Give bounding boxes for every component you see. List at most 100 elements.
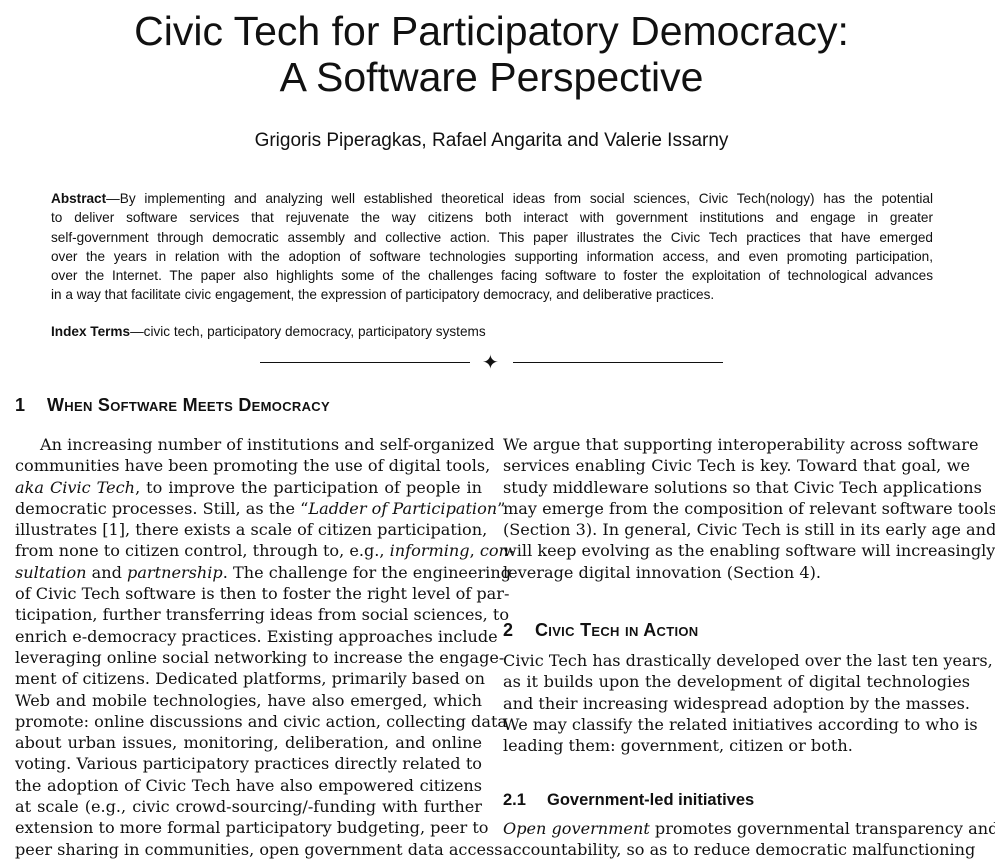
text-line: services enabling Civic Tech is key. Tow… xyxy=(503,455,970,476)
subsection-title: Government-led initiatives xyxy=(547,791,755,809)
italic-text: Open government xyxy=(503,819,650,838)
text-line: sultation and partnership. The challenge… xyxy=(15,562,511,583)
divider-left xyxy=(260,362,470,363)
text-line: voting. Various participatory practices … xyxy=(15,753,482,774)
section-2-heading: 2 Civic Tech in Action xyxy=(503,620,699,641)
italic-text: aka Civic Tech xyxy=(15,477,136,497)
text-line: ment of citizens. Dedicated platforms, p… xyxy=(15,668,485,689)
text-segment: leveraging online social networking to i… xyxy=(15,647,505,667)
text-segment: services enabling Civic Tech is key. Tow… xyxy=(503,456,970,476)
text-segment: ment of citizens. Dedicated platforms, p… xyxy=(15,669,485,689)
italic-text: partnership xyxy=(127,562,223,582)
text-line: An increasing number of institutions and… xyxy=(15,434,495,455)
text-segment: ticipation, further transferring ideas f… xyxy=(15,605,510,625)
section-1-heading: 1 When Software Meets Democracy xyxy=(15,395,330,416)
text-line: (Section 3). In general, Civic Tech is s… xyxy=(503,519,995,540)
abstract-line: in a way that facilitate civic engagemen… xyxy=(51,287,715,303)
text-segment: communities have been promoting the use … xyxy=(15,456,491,476)
section-title: Civic Tech in Action xyxy=(535,620,699,640)
text-line: We argue that supporting interoperabilit… xyxy=(503,434,979,455)
text-line: illustrates [1], there exists a scale of… xyxy=(15,519,487,540)
text-segment: leading them: government, citizen or bot… xyxy=(503,736,853,756)
text-segment: enrich e-democracy practices. Existing a… xyxy=(15,626,498,646)
text-segment: promotes governmental transparency and xyxy=(649,819,995,838)
text-segment: (Section 3). In general, Civic Tech is s… xyxy=(503,520,995,540)
abstract: Abstract—By implementing and analyzing w… xyxy=(51,189,933,305)
text-segment: study middleware solutions so that Civic… xyxy=(503,477,982,497)
index-terms-text: —civic tech, participatory democracy, pa… xyxy=(130,324,486,339)
text-segment: about urban issues, monitoring, delibera… xyxy=(15,733,482,753)
abstract-label: Abstract xyxy=(51,191,107,206)
divider-right xyxy=(513,362,723,363)
text-line: peer sharing in communities, open govern… xyxy=(15,839,503,860)
text-line: extension to more formal participatory b… xyxy=(15,817,489,838)
text-segment: , to improve the participation of people… xyxy=(135,477,482,497)
text-segment: and xyxy=(86,562,128,582)
text-segment: will keep evolving as the enabling softw… xyxy=(503,541,995,561)
text-line: of Civic Tech software is then to foster… xyxy=(15,583,509,604)
subsection-2-1-heading: 2.1 Government-led initiatives xyxy=(503,791,754,810)
text-line: leverage digital innovation (Section 4). xyxy=(503,562,970,583)
index-terms-label: Index Terms xyxy=(51,324,131,339)
text-segment: An increasing number of institutions and… xyxy=(40,435,495,454)
text-line: leveraging online social networking to i… xyxy=(15,647,504,668)
text-segment: leverage digital innovation (Section 4). xyxy=(503,562,822,582)
text-line: We may classify the related initiatives … xyxy=(503,714,978,735)
text-line: Civic Tech has drastically developed ove… xyxy=(503,650,993,671)
text-segment: of Civic Tech software is then to foster… xyxy=(15,584,510,604)
section-number: 2 xyxy=(503,620,514,640)
text-line: leading them: government, citizen or bot… xyxy=(503,735,970,756)
text-line: promote: online discussions and civic ac… xyxy=(15,711,507,732)
text-line: and their increasing widespread adoption… xyxy=(503,693,970,714)
abstract-line: over the Internet. The paper also highli… xyxy=(51,268,933,284)
text-segment: the adoption of Civic Tech have also emp… xyxy=(15,775,482,795)
text-segment: from none to citizen control, through to… xyxy=(15,541,390,561)
text-line: Web and mobile technologies, have also e… xyxy=(15,690,482,711)
subsection-number: 2.1 xyxy=(503,791,526,809)
italic-text: informing xyxy=(389,541,470,561)
text-segment: We argue that supporting interoperabilit… xyxy=(503,435,979,454)
text-segment: illustrates [1], there exists a scale of… xyxy=(15,520,488,540)
text-line: may emerge from the composition of relev… xyxy=(503,498,995,519)
text-segment: and their increasing widespread adoption… xyxy=(503,693,970,713)
text-line: ticipation, further transferring ideas f… xyxy=(15,604,509,625)
abstract-line: self-government through democratic assem… xyxy=(51,229,933,245)
authors: Grigoris Piperagkas, Rafael Angarita and… xyxy=(254,130,729,151)
text-segment: promote: online discussions and civic ac… xyxy=(15,711,508,731)
text-line: at scale (e.g., civic crowd-sourcing/-fu… xyxy=(15,796,482,817)
text-line: democratic processes. Still, as the “Lad… xyxy=(15,498,505,519)
section-2-text: Civic Tech has drastically developed ove… xyxy=(503,650,993,756)
text-segment: may emerge from the composition of relev… xyxy=(503,498,995,518)
paper-title: Civic Tech for Participatory Democracy: … xyxy=(0,8,983,100)
index-terms: Index Terms—civic tech, participatory de… xyxy=(51,324,486,339)
text-segment: voting. Various participatory practices … xyxy=(15,754,482,774)
right-column-intro: We argue that supporting interoperabilit… xyxy=(503,434,995,583)
text-line: the adoption of Civic Tech have also emp… xyxy=(15,775,482,796)
abstract-line: over the years in relation with the adop… xyxy=(51,248,933,264)
text-segment: , xyxy=(469,541,480,561)
text-segment: peer sharing in communities, open govern… xyxy=(15,839,503,859)
text-line: communities have been promoting the use … xyxy=(15,455,490,476)
four-pointed-star-icon: ✦ xyxy=(482,350,499,374)
text-segment: extension to more formal participatory b… xyxy=(15,818,489,838)
text-line: about urban issues, monitoring, delibera… xyxy=(15,732,482,753)
text-segment: at scale (e.g., civic crowd-sourcing/-fu… xyxy=(15,797,482,817)
text-segment: . The challenge for the engineering xyxy=(222,562,511,582)
subsection-2-1-text: Open government promotes governmental tr… xyxy=(503,818,995,861)
text-segment: as it builds upon the development of dig… xyxy=(503,672,970,692)
text-line: Open government promotes governmental tr… xyxy=(503,818,995,839)
text-segment: Civic Tech has drastically developed ove… xyxy=(503,651,993,670)
text-line: accountability, so as to reduce democrat… xyxy=(503,839,975,860)
section-title: When Software Meets Democracy xyxy=(47,395,330,415)
text-line: aka Civic Tech, to improve the participa… xyxy=(15,477,482,498)
section-number: 1 xyxy=(15,395,26,415)
italic-text: sultation xyxy=(15,562,87,582)
text-line: from none to citizen control, through to… xyxy=(15,540,514,561)
text-segment: Web and mobile technologies, have also e… xyxy=(15,690,482,710)
text-segment: democratic processes. Still, as the “ xyxy=(15,498,309,518)
text-line: as it builds upon the development of dig… xyxy=(503,671,970,692)
abstract-line: —By implementing and analyzing well esta… xyxy=(106,191,933,206)
left-column: An increasing number of institutions and… xyxy=(15,434,514,860)
title-line-2: A Software Perspective xyxy=(279,54,704,100)
text-segment: We may classify the related initiatives … xyxy=(503,714,978,734)
